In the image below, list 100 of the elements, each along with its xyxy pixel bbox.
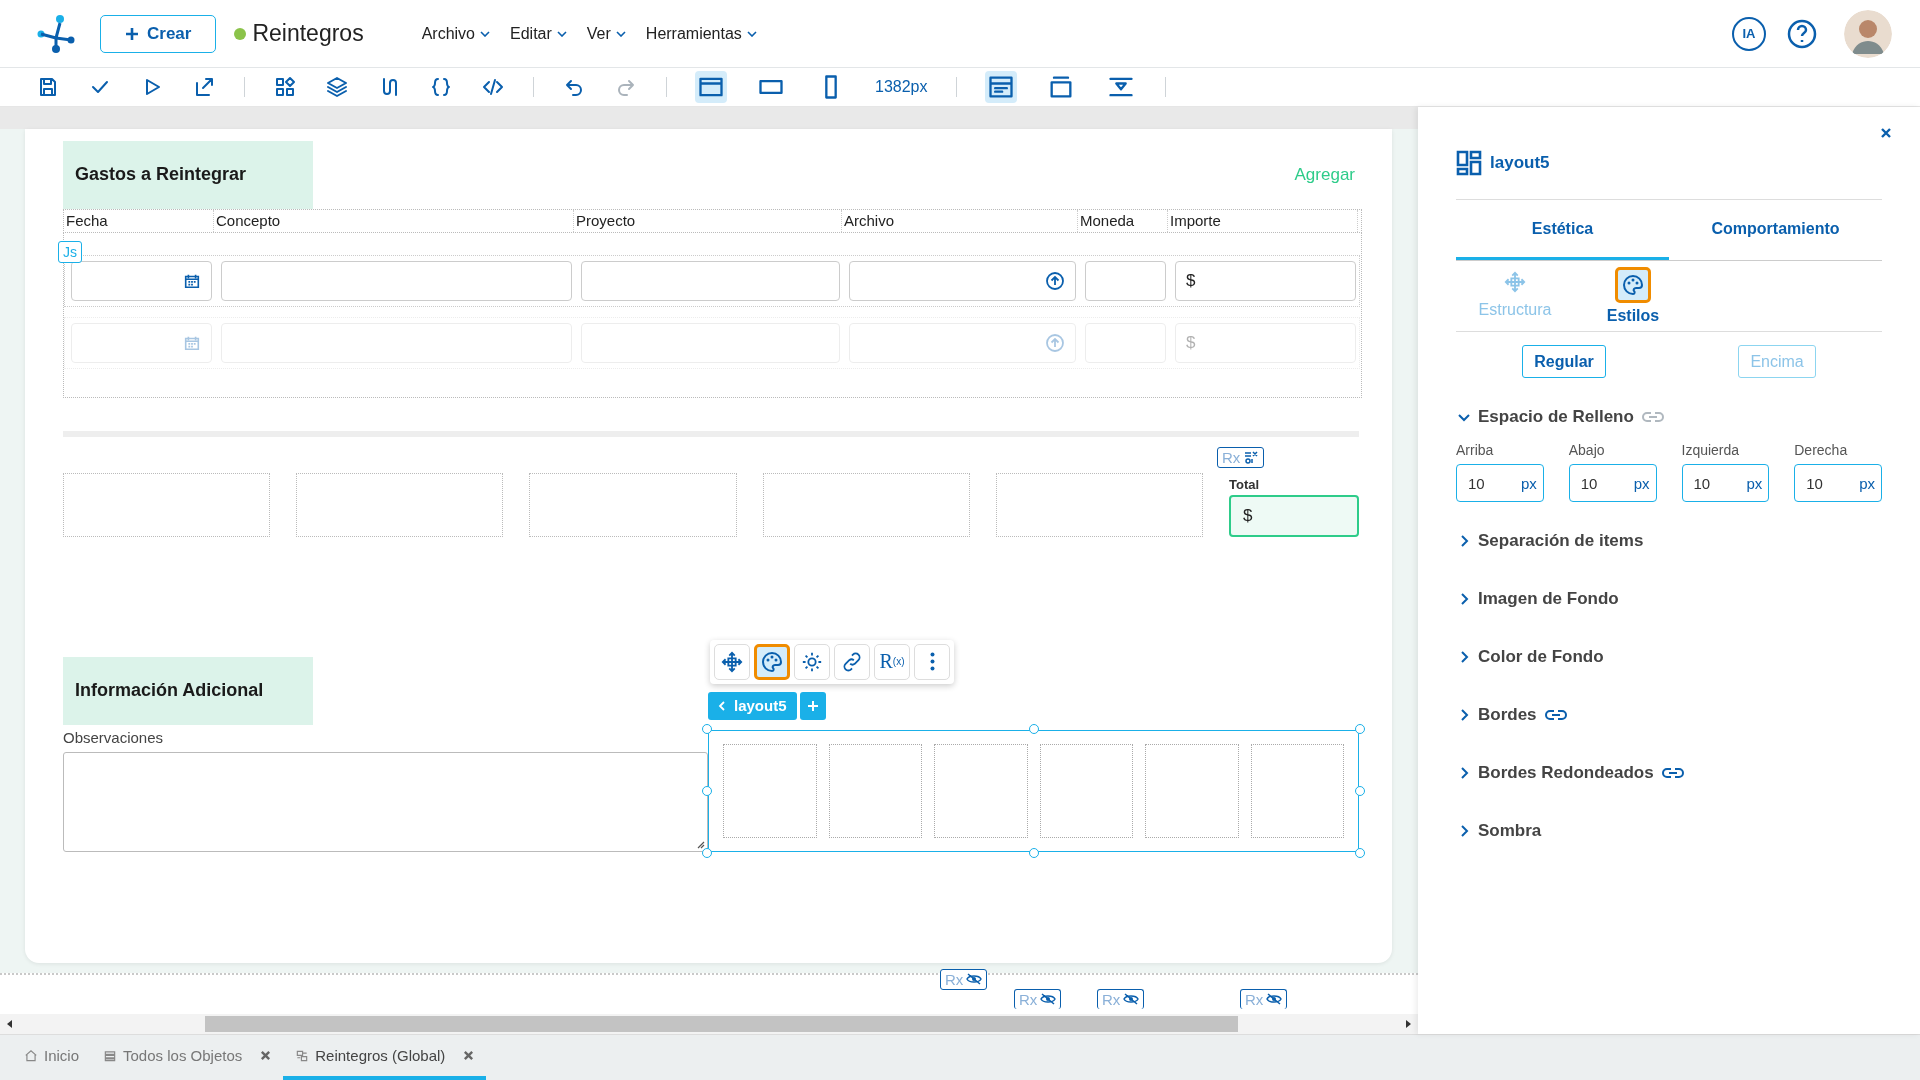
ai-button[interactable]: IA (1732, 16, 1766, 51)
resize-handle[interactable] (702, 847, 712, 858)
logo-icon[interactable] (36, 13, 76, 54)
amount-field[interactable]: $ (1175, 260, 1356, 301)
width-value[interactable]: 1382px (875, 78, 928, 96)
desktop-icon[interactable] (695, 71, 727, 103)
more-button[interactable] (914, 643, 950, 680)
tab[interactable]: Estética (1456, 200, 1669, 260)
padding-field[interactable]: 10 px (1794, 464, 1882, 502)
resize-handle[interactable] (702, 723, 712, 734)
palette-button[interactable] (754, 643, 790, 680)
section-header[interactable]: Espacio de Relleno (1478, 407, 1634, 427)
section-header[interactable]: Separación de items (1478, 531, 1644, 551)
field-label: Izquierda (1681, 442, 1741, 458)
chevron-icon[interactable] (1458, 767, 1470, 779)
observations-field[interactable] (63, 751, 708, 852)
resize-handle[interactable] (1028, 723, 1039, 734)
scroll-right-icon[interactable] (1404, 1020, 1412, 1029)
braces-icon[interactable] (429, 75, 453, 99)
menu-item[interactable]: Editar (510, 24, 567, 43)
chevron-icon[interactable] (1458, 535, 1470, 547)
app-title: Reintegros (252, 20, 364, 47)
caret-icon (556, 30, 567, 37)
section-header[interactable]: Imagen de Fondo (1478, 589, 1619, 609)
panel-title: layout5 (1490, 153, 1550, 173)
section-title: Información Adicional (63, 656, 313, 725)
list-icon (103, 1048, 118, 1063)
document-tab[interactable]: Todos los Objetos (91, 1035, 284, 1080)
plus-icon (806, 699, 819, 712)
field-label: Arriba (1456, 442, 1495, 458)
section-header[interactable]: Bordes Redondeados (1478, 763, 1654, 783)
components-icon[interactable] (273, 75, 297, 99)
padding-field[interactable]: 10 px (1568, 464, 1657, 502)
field-label: Observaciones (63, 728, 165, 746)
padding-field[interactable]: 10 px (1456, 464, 1544, 502)
menu-item[interactable]: Archivo (421, 24, 490, 43)
close-icon[interactable] (1880, 127, 1892, 139)
menu-item[interactable]: Herramientas (645, 24, 757, 43)
file-field[interactable] (849, 260, 1076, 301)
column-header: Moneda (1078, 209, 1168, 232)
chevron-left-icon (718, 700, 726, 711)
link-icon[interactable] (1661, 767, 1684, 779)
date-field[interactable] (71, 260, 212, 301)
close-icon[interactable] (463, 1050, 475, 1061)
chevron-icon[interactable] (1458, 651, 1470, 663)
resize-handle[interactable] (1355, 847, 1365, 858)
more-icon (929, 652, 935, 672)
resize-handle[interactable] (702, 785, 712, 796)
scroll-left-icon[interactable] (6, 1020, 14, 1029)
column-header: Fecha (64, 209, 214, 232)
link-icon[interactable] (1544, 709, 1567, 721)
link-icon (841, 650, 863, 673)
padding-field[interactable]: 10 px (1681, 464, 1770, 502)
resize-handle[interactable] (1028, 847, 1039, 858)
horizontal-scrollbar[interactable] (0, 1014, 1418, 1034)
document-tab[interactable]: Inicio (12, 1035, 92, 1080)
chevron-icon[interactable] (1458, 411, 1470, 423)
currency-field[interactable] (1085, 260, 1166, 301)
chevron-icon[interactable] (1458, 709, 1470, 721)
field-label: Abajo (1568, 442, 1606, 458)
layers-icon[interactable] (325, 75, 349, 99)
plus-icon (125, 26, 139, 41)
upload-icon[interactable] (1045, 270, 1065, 291)
tab[interactable]: Comportamiento (1669, 200, 1882, 260)
move-icon (1504, 271, 1526, 293)
help-icon[interactable] (1786, 17, 1818, 50)
section-header[interactable]: Color de Fondo (1478, 647, 1604, 667)
section-header[interactable]: Sombra (1478, 821, 1542, 841)
column-header: Concepto (214, 209, 574, 232)
concept-field[interactable] (221, 260, 572, 301)
form-icon (295, 1048, 310, 1063)
home-icon (24, 1048, 38, 1063)
total-field[interactable]: $ (1229, 494, 1359, 537)
chevron-icon[interactable] (1458, 825, 1470, 837)
palette-icon (1621, 273, 1645, 297)
layout-view-icon[interactable] (984, 71, 1017, 103)
total-label: Total (1229, 476, 1261, 492)
column-header: Archivo (842, 209, 1078, 232)
settings-button[interactable] (794, 643, 830, 680)
resize-handle[interactable] (1355, 723, 1365, 734)
menu-item[interactable]: Ver (586, 24, 626, 43)
formula-button[interactable]: R(x) (874, 643, 910, 680)
layout-icon (1456, 150, 1482, 176)
create-button[interactable]: Crear (100, 14, 217, 53)
close-icon[interactable] (260, 1050, 272, 1061)
palette-icon (760, 649, 784, 674)
link-button[interactable] (834, 643, 870, 680)
caret-icon (615, 30, 626, 37)
move-button[interactable] (714, 643, 750, 680)
project-field[interactable] (581, 260, 840, 301)
document-tab[interactable]: Reintegros (Global) (283, 1035, 487, 1080)
status-dot (234, 27, 247, 40)
subtab[interactable]: Estilos (1574, 261, 1692, 331)
field-label: Derecha (1794, 442, 1849, 458)
mode-button[interactable]: Regular (1522, 345, 1606, 378)
column-header: Importe (1168, 209, 1358, 232)
chevron-icon[interactable] (1458, 593, 1470, 605)
avatar[interactable] (1844, 9, 1892, 58)
resize-handle[interactable] (1355, 785, 1365, 796)
section-header[interactable]: Bordes (1478, 705, 1537, 725)
